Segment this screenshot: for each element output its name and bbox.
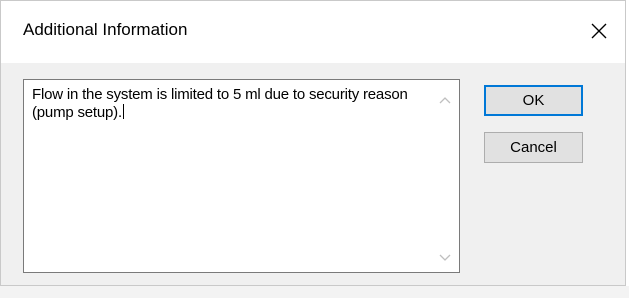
vertical-scrollbar[interactable] — [432, 81, 458, 271]
close-button[interactable] — [577, 9, 621, 53]
cancel-button[interactable]: Cancel — [484, 132, 583, 163]
text-caret — [122, 104, 124, 119]
information-text: Flow in the system is limited to 5 ml du… — [32, 86, 427, 122]
background-window-strip — [0, 286, 629, 298]
information-text-value: Flow in the system is limited to 5 ml du… — [32, 86, 408, 121]
ok-button[interactable]: OK — [484, 85, 583, 116]
information-text-area[interactable]: Flow in the system is limited to 5 ml du… — [23, 79, 460, 273]
additional-information-dialog: Additional Information Flow in the syste… — [0, 0, 626, 286]
scroll-up-button[interactable] — [432, 87, 458, 113]
chevron-up-icon — [439, 97, 451, 104]
scroll-down-button[interactable] — [432, 245, 458, 271]
title-bar: Additional Information — [1, 1, 625, 63]
chevron-down-icon — [439, 254, 451, 261]
close-icon — [591, 23, 607, 39]
dialog-title: Additional Information — [23, 20, 188, 39]
